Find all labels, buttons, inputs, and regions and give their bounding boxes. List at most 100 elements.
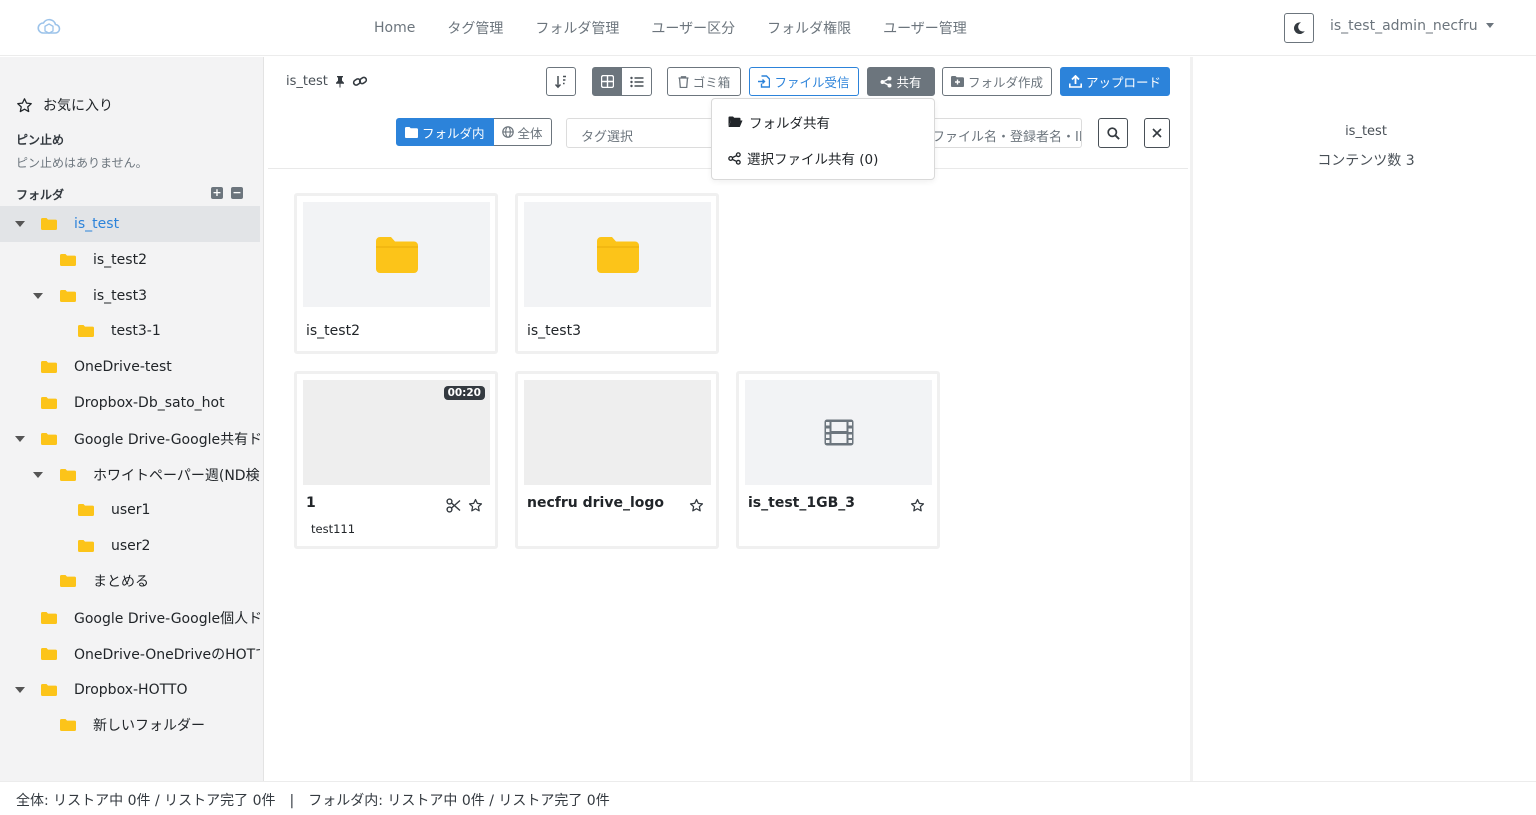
search-button[interactable] — [1098, 118, 1128, 148]
scope-all-button[interactable]: 全体 — [493, 118, 552, 146]
share-button[interactable]: 共有 — [867, 67, 935, 96]
folder-icon — [405, 126, 418, 138]
share-icon — [728, 151, 741, 165]
view-mode-toggle — [592, 67, 652, 96]
nav-tag-management[interactable]: タグ管理 — [431, 18, 519, 38]
breadcrumb: is_test — [286, 74, 368, 89]
selected-files-share-option[interactable]: 選択ファイル共有 (0) — [728, 148, 878, 168]
image-thumbnail — [524, 380, 711, 485]
file-thumbnail — [745, 380, 932, 485]
folder-icon — [596, 236, 639, 273]
folder-tree-item[interactable]: Google Drive-Google共有ドライブ — [0, 421, 260, 457]
caret-down-icon[interactable] — [15, 221, 25, 227]
file-card[interactable]: 00:20 1 test111 — [294, 371, 498, 549]
folder-tree-item[interactable]: is_test2 — [0, 242, 260, 278]
star-icon[interactable] — [689, 498, 704, 513]
folder-icon — [41, 648, 57, 660]
list-icon — [629, 76, 643, 87]
folder-icon — [78, 325, 94, 337]
tag-select-placeholder: タグ選択 — [581, 130, 634, 145]
folder-tree-item[interactable]: Google Drive-Google個人ドライブ — [0, 600, 260, 636]
selected-files-share-label: 選択ファイル共有 (0) — [747, 152, 879, 168]
upload-label: アップロード — [1085, 75, 1161, 90]
caret-down-icon[interactable] — [15, 687, 25, 693]
card-title: is_test3 — [527, 323, 581, 339]
folder-icon — [60, 719, 76, 731]
detail-folder-name: is_test — [1345, 124, 1387, 139]
folder-thumbnail — [303, 202, 490, 307]
upload-button[interactable]: アップロード — [1060, 67, 1170, 96]
share-dropdown-menu: フォルダ共有 選択ファイル共有 (0) — [711, 98, 935, 180]
star-icon[interactable] — [910, 498, 925, 513]
folder-tree-item[interactable]: user1 — [0, 492, 260, 528]
folder-tree-label: ホワイトペーパー週(ND検 — [93, 468, 260, 484]
detail-panel: is_test コンテンツ数 3 — [1190, 57, 1536, 781]
folder-tree-item[interactable]: まとめる — [0, 563, 260, 599]
folder-sidebar: お気に入り ピン止め ピン止めはありません。 フォルダ + − is_test … — [0, 57, 264, 781]
user-menu-dropdown[interactable]: is_test_admin_necfru — [1330, 18, 1494, 34]
folder-icon — [60, 290, 76, 302]
search-icon — [1106, 126, 1120, 140]
tag-select[interactable]: タグ選択 — [566, 118, 716, 148]
caret-down-icon[interactable] — [33, 293, 43, 299]
folder-tree-label: 新しいフォルダー — [93, 718, 205, 734]
trash-button[interactable]: ゴミ箱 — [667, 67, 741, 96]
folder-tree-item[interactable]: OneDrive-OneDriveのHOTで — [0, 636, 260, 672]
trash-icon — [678, 75, 689, 88]
nav-folder-permission[interactable]: フォルダ権限 — [751, 18, 867, 38]
folder-tree-item[interactable]: Dropbox-Db_sato_hot — [0, 385, 260, 421]
file-card[interactable]: necfru drive_logo — [515, 371, 719, 549]
folder-tree-item[interactable]: ホワイトペーパー週(ND検 — [0, 457, 260, 493]
folder-tree-item[interactable]: 新しいフォルダー — [0, 707, 260, 743]
sort-button[interactable] — [546, 67, 576, 96]
folder-tree-item[interactable]: test3-1 — [0, 313, 260, 349]
folder-tree-label: is_test3 — [93, 288, 147, 304]
folder-open-icon — [728, 116, 743, 127]
card-title: necfru drive_logo — [527, 495, 664, 511]
create-folder-button[interactable]: フォルダ作成 — [942, 67, 1052, 96]
folder-tree-item[interactable]: is_test — [0, 206, 260, 242]
share-label: 共有 — [896, 75, 922, 90]
folder-tree-label: user2 — [111, 538, 151, 554]
dark-mode-toggle[interactable] — [1284, 13, 1314, 43]
folder-icon — [41, 218, 57, 230]
close-icon — [1152, 128, 1162, 138]
top-navbar: Home タグ管理 フォルダ管理 ユーザー区分 フォルダ権限 ユーザー管理 is… — [0, 0, 1536, 56]
file-card[interactable]: is_test_1GB_3 — [736, 371, 940, 549]
app-logo-icon[interactable] — [36, 15, 62, 41]
scissors-icon[interactable] — [446, 498, 461, 513]
folder-icon — [78, 504, 94, 516]
folder-tree-label: test3-1 — [111, 323, 161, 339]
caret-down-icon[interactable] — [33, 472, 43, 478]
pin-icon[interactable] — [334, 75, 346, 88]
folder-card[interactable]: is_test3 — [515, 193, 719, 354]
restore-status-bar: 全体: リストア中 0件 / リストア完了 0件 | フォルダ内: リストア中 … — [0, 781, 1536, 815]
link-icon[interactable] — [352, 75, 368, 88]
nav-user-management[interactable]: ユーザー管理 — [867, 18, 983, 38]
moon-icon — [1293, 22, 1305, 34]
folder-card[interactable]: is_test2 — [294, 193, 498, 354]
scope-folder-button[interactable]: フォルダ内 — [396, 118, 494, 146]
folder-tree-item[interactable]: Dropbox-HOTTO — [0, 672, 260, 708]
favorites-link[interactable]: お気に入り — [16, 95, 113, 115]
card-tag[interactable]: test111 — [311, 522, 355, 536]
clear-search-button[interactable] — [1144, 118, 1170, 148]
folder-share-label: フォルダ共有 — [749, 116, 830, 132]
nav-user-category[interactable]: ユーザー区分 — [635, 18, 751, 38]
collapse-all-button[interactable]: − — [231, 187, 243, 199]
receive-files-button[interactable]: ファイル受信 — [749, 67, 859, 96]
list-view-button[interactable] — [622, 67, 652, 96]
grid-view-button[interactable] — [592, 67, 622, 96]
folder-icon — [41, 433, 57, 445]
expand-all-button[interactable]: + — [211, 187, 223, 199]
folder-tree-item[interactable]: user2 — [0, 528, 260, 564]
search-input[interactable]: ファイル名・登録者名・ID — [923, 118, 1082, 148]
folder-share-option[interactable]: フォルダ共有 — [728, 112, 830, 132]
folder-tree-item[interactable]: OneDrive-test — [0, 349, 260, 385]
caret-down-icon[interactable] — [15, 436, 25, 442]
folder-tree-item[interactable]: is_test3 — [0, 278, 260, 314]
star-icon[interactable] — [468, 498, 483, 513]
folder-icon — [41, 684, 57, 696]
nav-folder-management[interactable]: フォルダ管理 — [519, 18, 635, 38]
nav-home[interactable]: Home — [360, 20, 431, 36]
